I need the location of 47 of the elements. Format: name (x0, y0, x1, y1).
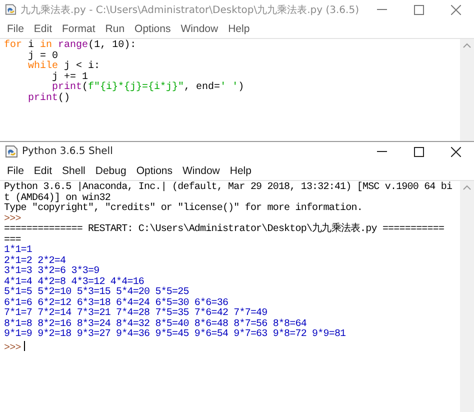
scroll-up-icon[interactable] (463, 185, 471, 190)
prompt: >>> (4, 340, 460, 351)
maximize-icon[interactable] (414, 146, 424, 156)
menu-item[interactable]: Debug (90, 164, 132, 176)
shell-line: Python 3.6.5 |Anaconda, Inc.| (default, Mar 29 2018, 13:32:41) [MSC v.1900 64 bi (4, 183, 454, 193)
output-line: 3*1=3 3*2=6 3*3=9 (4, 267, 100, 277)
scrollbar[interactable] (460, 181, 474, 412)
shell-line: === (4, 236, 21, 246)
menu-item[interactable]: Options (130, 22, 176, 34)
code-line: print(f"{i}*{j}={i*j}", end=' ') (52, 83, 246, 93)
menu-item[interactable]: Help (224, 164, 256, 176)
output-line: 5*1=5 5*2=10 5*3=15 5*4=20 5*5=25 (4, 288, 190, 298)
menu-item[interactable]: Options (131, 164, 178, 176)
output-line: 2*1=2 2*2=4 (4, 256, 67, 266)
minimize-icon[interactable] (376, 151, 386, 152)
scroll-up-icon[interactable] (463, 43, 471, 48)
python-file-icon (5, 3, 16, 16)
python-file-icon (5, 145, 18, 158)
output-line: 6*1=6 6*2=12 6*3=18 6*4=24 6*5=30 6*6=36 (4, 298, 230, 308)
window-title: Python 3.6.5 Shell (22, 146, 114, 157)
menu-item[interactable]: Run (100, 22, 130, 34)
code-line: print() (27, 94, 72, 104)
scrollbar[interactable] (460, 39, 474, 141)
menu-item[interactable]: Edit (28, 164, 58, 176)
shell-line: t (AMD64)] on win32 (4, 194, 110, 204)
code-line: while j < i: (27, 62, 102, 72)
code-line: j = 0 (27, 52, 60, 62)
output-line: 9*1=9 9*2=18 9*3=27 9*4=36 9*5=45 9*6=54 9*7=63 9*8=72 9*9=81 (4, 330, 347, 340)
close-icon[interactable] (450, 146, 460, 156)
output-line: 7*1=7 7*2=14 7*3=21 7*4=28 7*5=35 7*6=42 7*7=49 (4, 309, 268, 319)
window-title: 九九乘法表.py - C:\Users\Administrator\Desktop\九九乘法表.py (3.6.5) (20, 4, 359, 16)
menu-item[interactable]: Window (178, 164, 225, 176)
prompt: >>> (4, 214, 22, 225)
output-line: 4*1=4 4*2=8 4*3=12 4*4=16 (4, 278, 144, 288)
menu-item[interactable]: Shell (57, 164, 90, 176)
code-line: j += 1 (51, 72, 88, 82)
menu-item[interactable]: Format (57, 22, 100, 34)
shell-line: ============== RESTART: C:\Users\Administrator\Desktop\九九乘法表.py =========== (4, 225, 446, 236)
code-line: for i in range(1, 10): (4, 41, 138, 51)
menu-item[interactable]: File (2, 22, 29, 34)
menu-item[interactable]: Window (176, 22, 224, 34)
menu-item[interactable]: Help (223, 22, 255, 34)
output-line: 8*1=8 8*2=16 8*3=24 8*4=32 8*5=40 8*6=48 8*7=56 8*8=64 (4, 320, 308, 330)
shell-line: Type "copyright", "credits" or "license()" for more information. (4, 204, 364, 214)
output-line: 1*1=1 (4, 246, 34, 256)
menu-item[interactable]: Edit (28, 22, 58, 34)
menu-item[interactable]: File (2, 164, 29, 176)
